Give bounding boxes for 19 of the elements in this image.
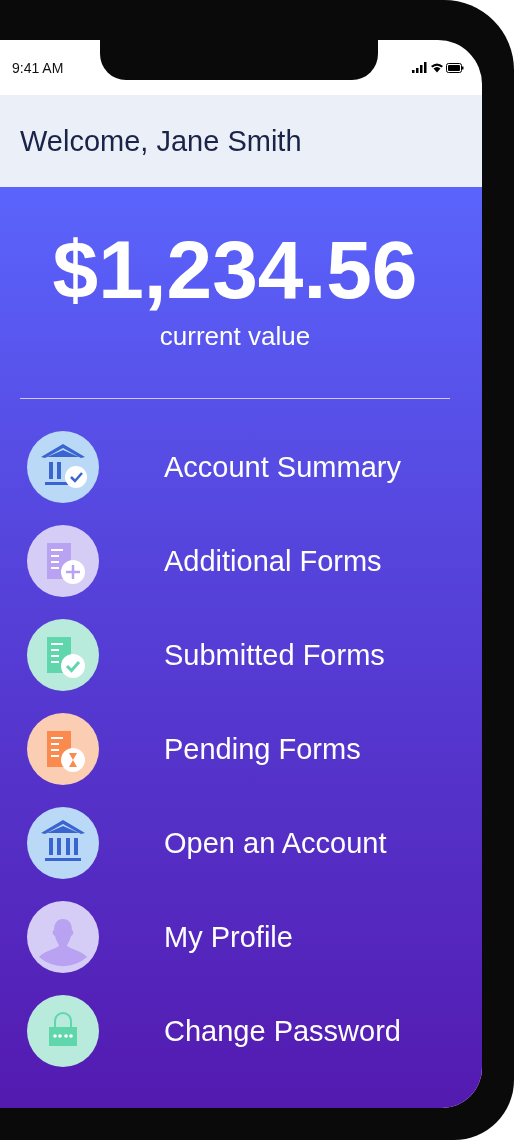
balance-caption: current value bbox=[158, 321, 312, 353]
balance-amount: $1,234.56 bbox=[51, 225, 419, 316]
menu-item[interactable]: Change Password bbox=[20, 995, 450, 1068]
menu-item[interactable]: Additional Forms bbox=[20, 525, 450, 598]
menu-item[interactable]: Open an Account bbox=[20, 807, 450, 880]
menu-item[interactable]: My Profile bbox=[20, 901, 450, 974]
document-plus-icon bbox=[27, 525, 99, 598]
status-time: 9:41 AM bbox=[12, 59, 64, 76]
bank-icon bbox=[27, 807, 99, 880]
document-hourglass-icon bbox=[27, 713, 99, 786]
welcome-title: Welcome, Jane Smith bbox=[20, 124, 302, 158]
bank-check-icon bbox=[27, 431, 99, 504]
menu-item[interactable]: Pending Forms bbox=[20, 713, 450, 786]
menu-item[interactable]: Account Summary bbox=[20, 431, 450, 504]
person-silhouette-icon bbox=[27, 901, 99, 974]
document-check-icon bbox=[27, 619, 99, 692]
status-icons bbox=[412, 60, 464, 75]
menu-item[interactable]: Submitted Forms bbox=[20, 619, 450, 692]
padlock-icon bbox=[27, 995, 99, 1068]
